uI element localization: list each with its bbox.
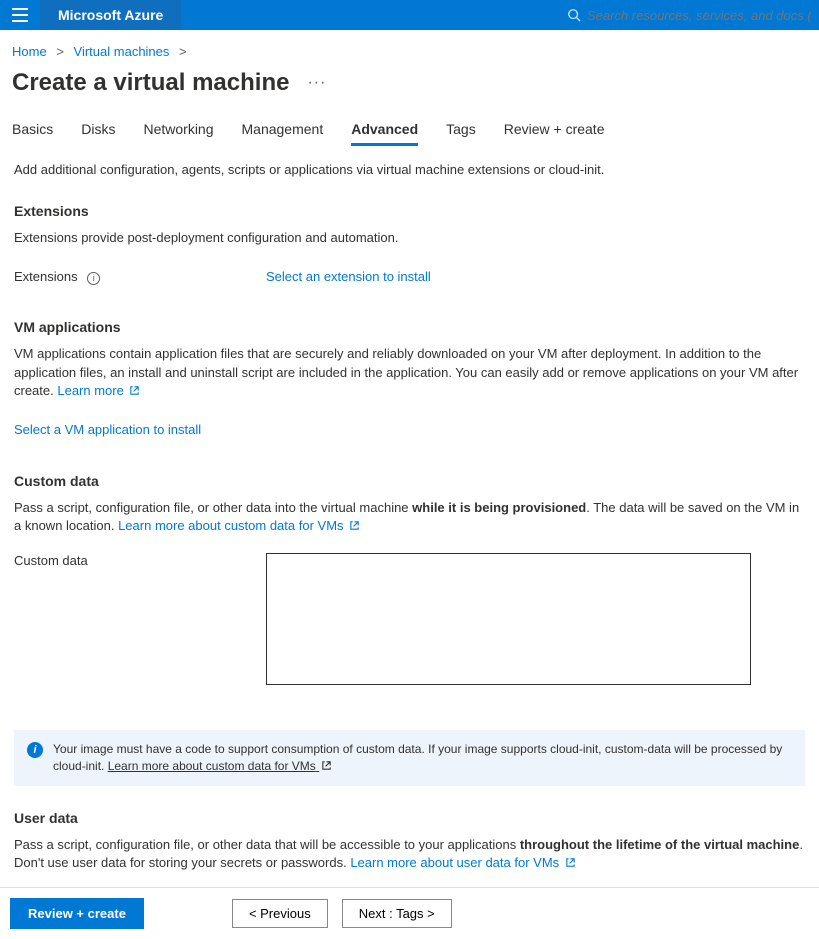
user-data-learn-more-link[interactable]: Learn more about user data for VMs [350,855,575,870]
vm-apps-learn-more-link[interactable]: Learn more [57,383,140,398]
search-icon [567,8,581,22]
tab-intro-text: Add additional configuration, agents, sc… [14,161,805,179]
global-search[interactable] [559,0,819,30]
tab-advanced[interactable]: Advanced [351,115,418,145]
extensions-desc: Extensions provide post-deployment confi… [14,229,805,247]
breadcrumb-home[interactable]: Home [12,44,47,59]
select-vm-app-link[interactable]: Select a VM application to install [14,422,201,437]
extensions-field-label: Extensions [14,269,78,284]
external-link-icon [129,385,140,396]
tab-tags[interactable]: Tags [446,115,476,145]
tab-management[interactable]: Management [242,115,324,145]
wizard-footer: Review + create < Previous Next : Tags > [0,887,819,939]
custom-data-learn-more-link[interactable]: Learn more about custom data for VMs [118,518,360,533]
tab-networking[interactable]: Networking [143,115,213,145]
tab-review[interactable]: Review + create [504,115,605,145]
info-badge-icon: i [27,742,43,758]
chevron-right-icon: > [56,44,64,59]
user-data-heading: User data [14,810,805,826]
hamburger-icon [12,8,28,22]
tab-disks[interactable]: Disks [81,115,115,145]
page-title: Create a virtual machine [12,69,289,97]
user-data-desc: Pass a script, configuration file, or ot… [14,836,805,872]
select-extension-link[interactable]: Select an extension to install [266,269,431,284]
tab-basics[interactable]: Basics [12,115,53,145]
next-button[interactable]: Next : Tags > [342,899,452,928]
custom-data-desc: Pass a script, configuration file, or ot… [14,499,805,535]
vm-apps-desc: VM applications contain application file… [14,345,805,400]
global-search-input[interactable] [587,8,811,23]
extensions-heading: Extensions [14,203,805,219]
custom-data-field-label: Custom data [14,553,266,568]
brand-label[interactable]: Microsoft Azure [40,0,181,30]
info-icon[interactable]: i [87,272,100,285]
hamburger-menu[interactable] [0,0,40,30]
custom-data-info-callout: i Your image must have a code to support… [14,730,805,786]
custom-data-heading: Custom data [14,473,805,489]
external-link-icon [349,520,360,531]
breadcrumb: Home > Virtual machines > [0,30,819,65]
info-callout-link[interactable]: Learn more about custom data for VMs [108,759,332,773]
chevron-right-icon: > [179,44,187,59]
external-link-icon [321,760,332,771]
previous-button[interactable]: < Previous [232,899,328,928]
vm-apps-heading: VM applications [14,319,805,335]
wizard-tabs: Basics Disks Networking Management Advan… [0,115,819,145]
external-link-icon [565,857,576,868]
more-actions-button[interactable]: ··· [307,74,326,92]
breadcrumb-virtual-machines[interactable]: Virtual machines [74,44,170,59]
review-create-button[interactable]: Review + create [10,898,144,929]
custom-data-textarea[interactable] [266,553,751,685]
